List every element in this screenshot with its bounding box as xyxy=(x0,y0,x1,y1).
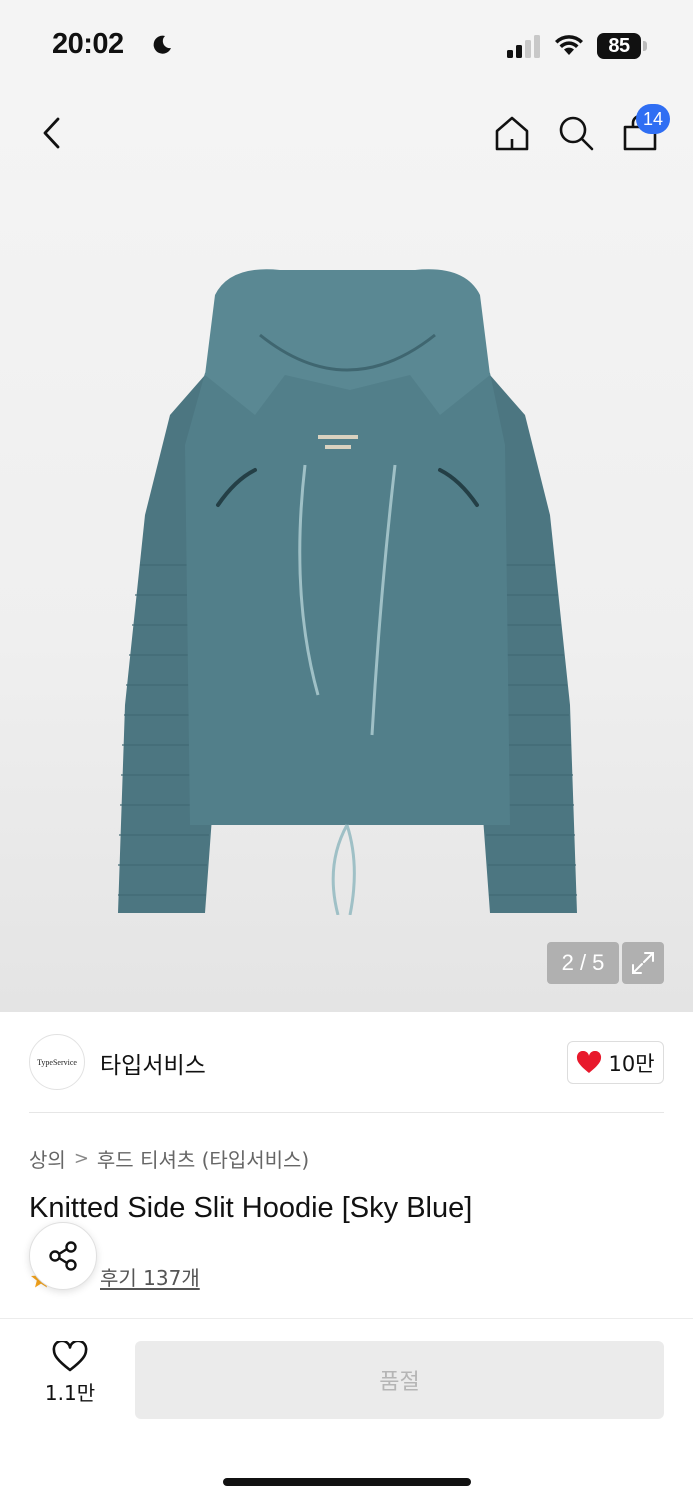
signal-icon xyxy=(507,35,540,58)
cart-badge: 14 xyxy=(636,104,670,134)
product-image xyxy=(118,269,577,915)
product-gallery[interactable]: 14 2 / 5 xyxy=(0,90,693,1012)
battery-cap xyxy=(643,41,647,51)
divider xyxy=(29,1112,664,1113)
wishlist-button[interactable]: 1.1만 xyxy=(30,1341,110,1421)
bottom-action-bar: 1.1만 품절 xyxy=(0,1318,693,1500)
top-nav: 14 xyxy=(0,90,693,180)
status-time: 20:02 xyxy=(52,28,124,60)
battery-level: 85 xyxy=(597,33,641,59)
product-title: Knitted Side Slit Hoodie [Sky Blue] xyxy=(29,1192,473,1224)
soldout-button[interactable]: 품절 xyxy=(135,1341,664,1419)
wifi-icon xyxy=(555,35,583,55)
heart-filled-icon xyxy=(577,1050,602,1073)
breadcrumb-subcategory[interactable]: 후드 티셔츠 (타입서비스) xyxy=(97,1144,309,1173)
brand-like-button[interactable]: 10만 xyxy=(567,1041,664,1084)
review-link[interactable]: 후기 137개 xyxy=(100,1262,200,1291)
wishlist-count: 1.1만 xyxy=(44,1381,96,1405)
expand-image-button[interactable] xyxy=(622,942,664,984)
brand-logo[interactable]: TypeService xyxy=(29,1034,85,1090)
heart-outline-icon xyxy=(52,1341,88,1372)
home-icon xyxy=(495,116,529,151)
image-counter: 2 / 5 xyxy=(547,942,619,984)
brand-row[interactable]: TypeService 타입서비스 10만 xyxy=(0,1012,693,1114)
breadcrumb-category[interactable]: 상의 xyxy=(29,1144,66,1173)
status-bar: 20:02 85 xyxy=(0,0,693,90)
share-icon xyxy=(49,1241,77,1271)
search-icon xyxy=(559,116,594,151)
home-indicator[interactable] xyxy=(223,1478,471,1486)
share-button[interactable] xyxy=(29,1222,97,1290)
moon-icon xyxy=(153,35,171,54)
breadcrumb-separator: > xyxy=(73,1148,89,1169)
search-button[interactable] xyxy=(553,110,599,156)
expand-icon xyxy=(632,952,654,974)
battery-indicator: 85 xyxy=(597,33,647,59)
back-icon xyxy=(43,117,60,149)
breadcrumb: 상의 > 후드 티셔츠 (타입서비스) xyxy=(29,1144,309,1173)
back-button[interactable] xyxy=(28,110,74,156)
home-button[interactable] xyxy=(489,110,535,156)
brand-name[interactable]: 타입서비스 xyxy=(100,1046,206,1080)
brand-like-count: 10만 xyxy=(608,1051,655,1076)
